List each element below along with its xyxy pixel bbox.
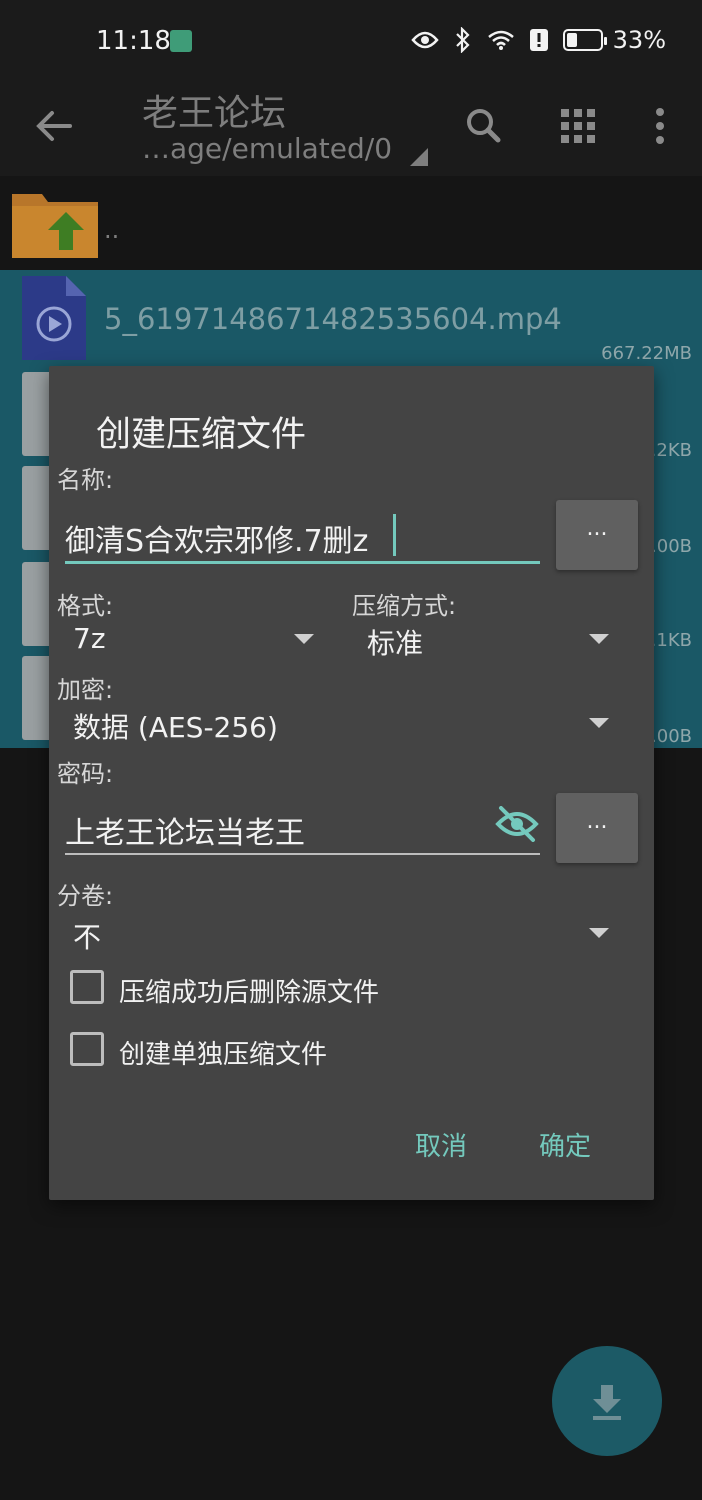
compression-label: 压缩方式: bbox=[352, 592, 457, 620]
extract-fab-button[interactable] bbox=[552, 1346, 662, 1456]
video-file-icon bbox=[22, 276, 86, 360]
eye-icon bbox=[411, 27, 439, 53]
more-vert-icon[interactable] bbox=[636, 102, 684, 150]
wifi-icon bbox=[487, 27, 515, 53]
browse-path-button[interactable]: ... bbox=[556, 500, 638, 570]
password-visibility-icon[interactable] bbox=[495, 806, 539, 846]
format-label: 格式: bbox=[57, 592, 114, 620]
encryption-select[interactable]: 数据 (AES-256) bbox=[73, 706, 278, 746]
ok-button[interactable]: 确定 bbox=[539, 1126, 591, 1163]
notification-app-icon bbox=[170, 30, 192, 52]
battery-level bbox=[566, 33, 578, 47]
separate-archives-label[interactable]: 创建单独压缩文件 bbox=[119, 1034, 327, 1071]
document-file-icon bbox=[22, 372, 52, 456]
format-select[interactable]: 7z bbox=[73, 622, 106, 655]
file-size: .2KB bbox=[650, 440, 692, 461]
document-file-icon bbox=[22, 466, 52, 550]
folder-up-icon bbox=[12, 186, 98, 262]
encryption-dropdown-icon[interactable] bbox=[589, 718, 609, 728]
delete-source-checkbox[interactable] bbox=[70, 970, 104, 1004]
file-size: .1KB bbox=[650, 630, 692, 651]
compression-dropdown-icon[interactable] bbox=[589, 634, 609, 644]
search-icon[interactable] bbox=[460, 102, 508, 150]
cancel-button[interactable]: 取消 bbox=[415, 1126, 467, 1163]
password-label: 密码: bbox=[57, 760, 114, 788]
file-size: 667.22MB bbox=[601, 343, 692, 364]
name-input-underline bbox=[65, 561, 540, 564]
path-breadcrumb[interactable]: …age/emulated/0 bbox=[142, 132, 392, 165]
document-file-icon bbox=[22, 562, 52, 646]
back-arrow-icon[interactable] bbox=[30, 100, 82, 152]
delete-source-label[interactable]: 压缩成功后删除源文件 bbox=[119, 972, 379, 1009]
status-time: 11:18 bbox=[96, 26, 171, 56]
parent-folder-label: .. bbox=[104, 216, 120, 244]
format-dropdown-icon[interactable] bbox=[294, 634, 314, 644]
encryption-label: 加密: bbox=[57, 676, 114, 704]
parent-folder-row[interactable]: .. bbox=[0, 176, 702, 270]
alert-icon bbox=[525, 27, 553, 53]
document-file-icon bbox=[22, 656, 52, 740]
split-select[interactable]: 不 bbox=[73, 916, 101, 956]
split-dropdown-icon[interactable] bbox=[589, 928, 609, 938]
compression-select[interactable]: 标准 bbox=[367, 622, 423, 662]
archive-name-input[interactable]: 御清S合欢宗邪修.7删z bbox=[65, 516, 368, 560]
password-options-button[interactable]: ... bbox=[556, 793, 638, 863]
dialog-title: 创建压缩文件 bbox=[96, 415, 307, 455]
grid-view-icon[interactable] bbox=[554, 102, 602, 150]
password-input[interactable]: 上老王论坛当老王 bbox=[65, 808, 305, 852]
file-size: .00B bbox=[651, 726, 692, 747]
separate-archives-checkbox[interactable] bbox=[70, 1032, 104, 1066]
password-input-underline bbox=[65, 853, 540, 855]
split-label: 分卷: bbox=[57, 882, 114, 910]
battery-percent: 33% bbox=[612, 26, 666, 54]
file-name: 5_6197148671482535604.mp4 bbox=[104, 302, 562, 336]
name-label: 名称: bbox=[57, 466, 114, 494]
text-cursor bbox=[393, 514, 396, 556]
battery-icon bbox=[562, 29, 607, 51]
status-icons: 33% bbox=[411, 26, 666, 54]
app-title: 老王论坛 bbox=[142, 93, 287, 134]
file-size: .00B bbox=[651, 536, 692, 557]
bluetooth-icon bbox=[449, 27, 477, 53]
create-archive-dialog: 创建压缩文件 名称: 御清S合欢宗邪修.7删z ... 格式: 7z 压缩方式:… bbox=[49, 366, 654, 1200]
status-bar: 11:18 33% bbox=[0, 0, 702, 84]
dropdown-corner-icon[interactable] bbox=[410, 148, 428, 166]
app-bar: 老王论坛 …age/emulated/0 bbox=[0, 84, 702, 176]
